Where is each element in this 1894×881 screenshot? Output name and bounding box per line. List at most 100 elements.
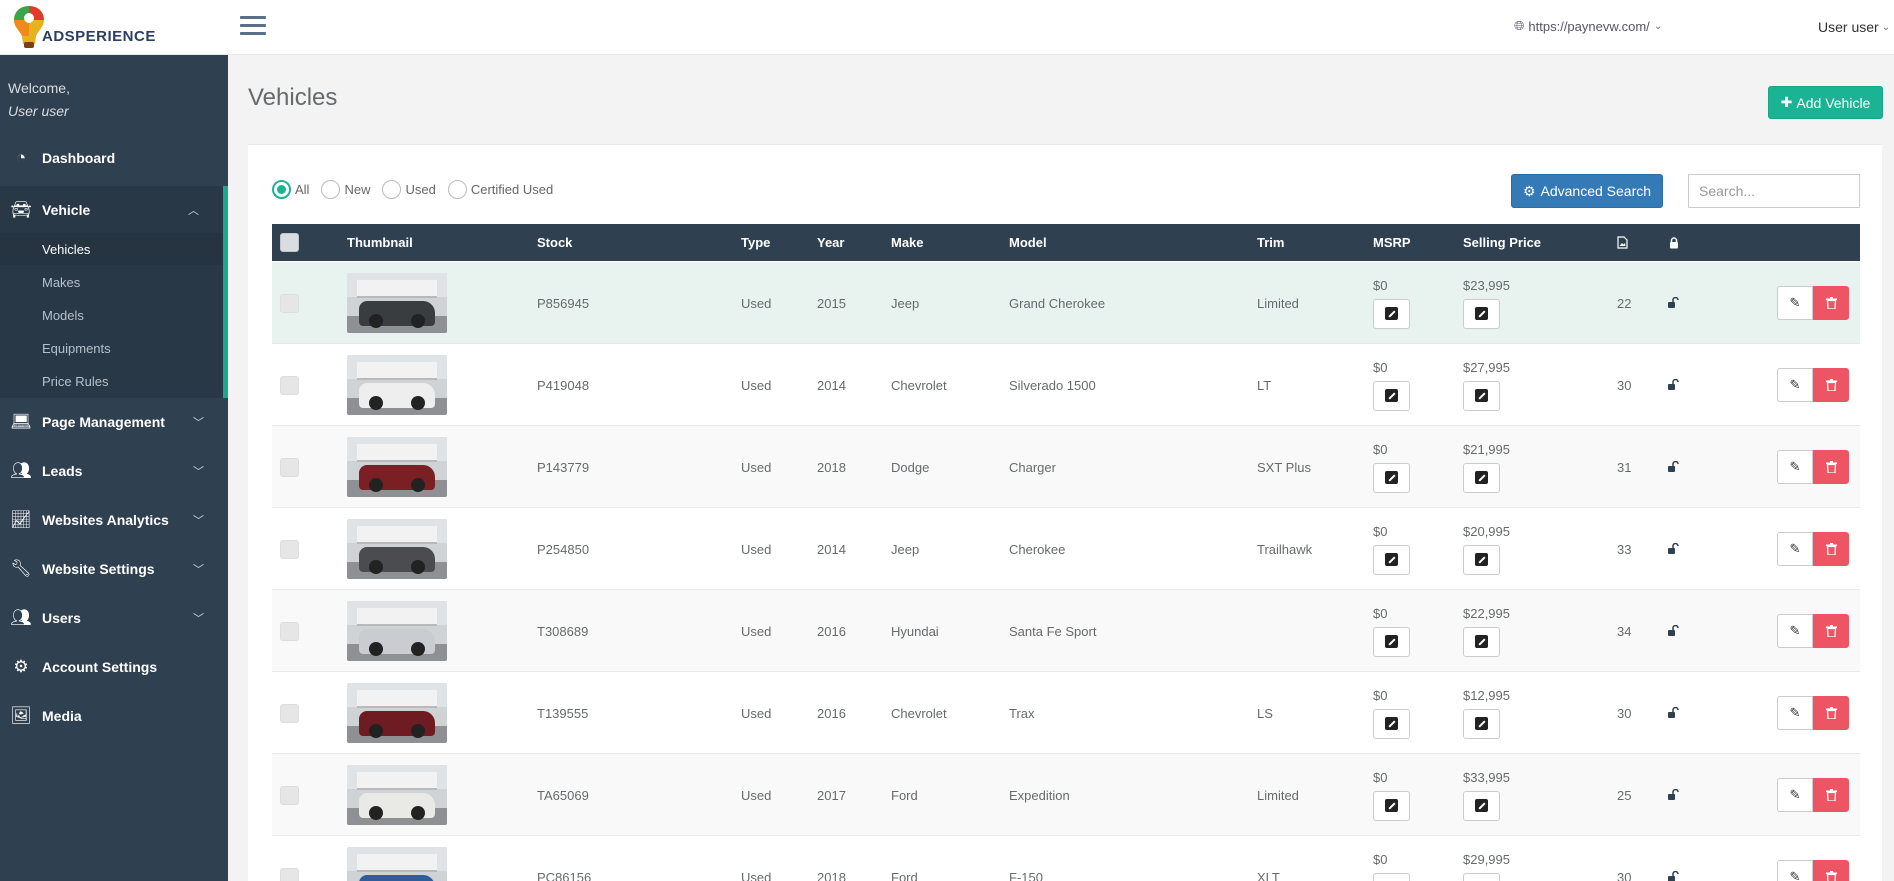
delete-vehicle-button[interactable] [1813,450,1849,484]
edit-price-button[interactable] [1463,544,1500,575]
delete-vehicle-button[interactable] [1813,286,1849,320]
table-row[interactable]: P143779 Used 2018 Dodge Charger SXT Plus… [272,426,1860,508]
sidebar-item-account-settings[interactable]: ⚙︎ Account Settings [0,642,228,691]
table-row[interactable]: T139555 Used 2016 Chevrolet Trax LS $0 $… [272,672,1860,754]
delete-vehicle-button[interactable] [1813,778,1849,812]
delete-vehicle-button[interactable] [1813,696,1849,730]
edit-vehicle-button[interactable]: ✎ [1777,696,1813,730]
delete-vehicle-button[interactable] [1813,860,1849,881]
sidebar-subitem-equipments[interactable]: Equipments [0,332,223,364]
edit-vehicle-button[interactable]: ✎ [1777,368,1813,402]
column-header-thumbnail[interactable]: Thumbnail [347,224,413,261]
edit-vehicle-button[interactable]: ✎ [1777,286,1813,320]
sidebar-item-users[interactable]: 👥︎ Users ﹀ [0,593,228,642]
table-row[interactable]: T308689 Used 2016 Hyundai Santa Fe Sport… [272,590,1860,672]
edit-msrp-button[interactable] [1373,708,1410,739]
column-header-trim[interactable]: Trim [1257,224,1284,261]
row-checkbox[interactable] [280,539,299,559]
logo[interactable]: ADSPERIENCE [12,4,192,52]
row-checkbox[interactable] [280,621,299,641]
sidebar-subitem-vehicles[interactable]: Vehicles [0,233,223,265]
column-header-model[interactable]: Model [1009,224,1047,261]
sidebar-item-vehicle[interactable]: 🚘︎ Vehicle ︿ [0,185,223,234]
photo-count-icon[interactable] [1617,224,1628,261]
table-row[interactable]: P419048 Used 2014 Chevrolet Silverado 15… [272,344,1860,426]
menu-toggle-icon[interactable] [240,16,266,38]
unlock-icon[interactable] [1667,625,1679,637]
filter-new-radio[interactable]: New [321,180,370,199]
sidebar-subitem-models[interactable]: Models [0,299,223,331]
edit-msrp-button[interactable] [1373,462,1410,493]
edit-price-button[interactable] [1463,790,1500,821]
website-selector[interactable]: 🌐︎ https://paynevw.com/ ⌄ [1514,18,1662,34]
edit-price-button[interactable] [1463,708,1500,739]
filter-used-radio[interactable]: Used [382,180,436,199]
search-input[interactable] [1688,174,1860,208]
edit-price-button[interactable] [1463,626,1500,657]
row-checkbox[interactable] [280,293,299,313]
row-checkbox[interactable] [280,703,299,723]
vehicle-thumbnail[interactable] [347,683,447,743]
vehicle-thumbnail[interactable] [347,601,447,661]
column-header-msrp[interactable]: MSRP [1373,224,1411,261]
column-header-selling-price[interactable]: Selling Price [1463,224,1541,261]
vehicle-thumbnail[interactable] [347,519,447,579]
sidebar-subitem-makes[interactable]: Makes [0,266,223,298]
delete-vehicle-button[interactable] [1813,532,1849,566]
select-all-checkbox[interactable] [280,233,299,252]
vehicle-thumbnail[interactable] [347,437,447,497]
row-checkbox[interactable] [280,785,299,805]
filter-all-radio[interactable]: All [272,180,309,199]
filter-certified-used-radio[interactable]: Certified Used [447,180,553,199]
advanced-search-button[interactable]: ⚙︎ Advanced Search [1511,174,1663,208]
edit-vehicle-button[interactable]: ✎ [1777,532,1813,566]
user-menu[interactable]: User user ⌄ [1818,19,1890,35]
edit-msrp-button[interactable] [1373,872,1410,881]
unlock-icon[interactable] [1667,871,1679,881]
vehicle-thumbnail[interactable] [347,355,447,415]
column-header-type[interactable]: Type [741,224,770,261]
vehicle-thumbnail[interactable] [347,273,447,333]
table-row[interactable]: PC86156 Used 2018 Ford F-150 XLT $0 $29,… [272,836,1860,881]
column-header-make[interactable]: Make [891,224,924,261]
delete-vehicle-button[interactable] [1813,368,1849,402]
sidebar-item-leads[interactable]: 👥︎ Leads ﹀ [0,446,228,495]
edit-msrp-button[interactable] [1373,626,1410,657]
sidebar-item-websites-analytics[interactable]: 📈︎ Websites Analytics ﹀ [0,495,228,544]
unlock-icon[interactable] [1667,461,1679,473]
unlock-icon[interactable] [1667,543,1679,555]
unlock-icon[interactable] [1667,297,1679,309]
sidebar-subitem-price-rules[interactable]: Price Rules [0,365,223,397]
table-row[interactable]: P856945 Used 2015 Jeep Grand Cherokee Li… [272,262,1860,344]
unlock-icon[interactable] [1667,707,1679,719]
lock-icon[interactable] [1669,224,1679,261]
edit-price-button[interactable] [1463,380,1500,411]
sidebar-item-media[interactable]: 🖼︎ Media [0,691,228,740]
unlock-icon[interactable] [1667,379,1679,391]
table-row[interactable]: P254850 Used 2014 Jeep Cherokee Trailhaw… [272,508,1860,590]
sidebar-item-website-settings[interactable]: 🔧︎ Website Settings ﹀ [0,544,228,593]
edit-msrp-button[interactable] [1373,790,1410,821]
edit-price-button[interactable] [1463,462,1500,493]
edit-vehicle-button[interactable]: ✎ [1777,778,1813,812]
row-checkbox[interactable] [280,457,299,477]
row-checkbox[interactable] [280,867,299,881]
edit-price-button[interactable] [1463,298,1500,329]
sidebar-item-page-management[interactable]: 💻︎ Page Management ﹀ [0,397,228,446]
add-vehicle-button[interactable]: ✚ Add Vehicle [1768,86,1883,119]
edit-msrp-button[interactable] [1373,380,1410,411]
vehicle-thumbnail[interactable] [347,847,447,881]
delete-vehicle-button[interactable] [1813,614,1849,648]
edit-msrp-button[interactable] [1373,298,1410,329]
column-header-year[interactable]: Year [817,224,844,261]
row-checkbox[interactable] [280,375,299,395]
unlock-icon[interactable] [1667,789,1679,801]
table-row[interactable]: TA65069 Used 2017 Ford Expedition Limite… [272,754,1860,836]
sidebar-item-dashboard[interactable]: ◔ Dashboard [0,133,228,182]
vehicle-thumbnail[interactable] [347,765,447,825]
edit-price-button[interactable] [1463,872,1500,881]
edit-vehicle-button[interactable]: ✎ [1777,450,1813,484]
edit-vehicle-button[interactable]: ✎ [1777,614,1813,648]
column-header-stock[interactable]: Stock [537,224,572,261]
edit-vehicle-button[interactable]: ✎ [1777,860,1813,881]
